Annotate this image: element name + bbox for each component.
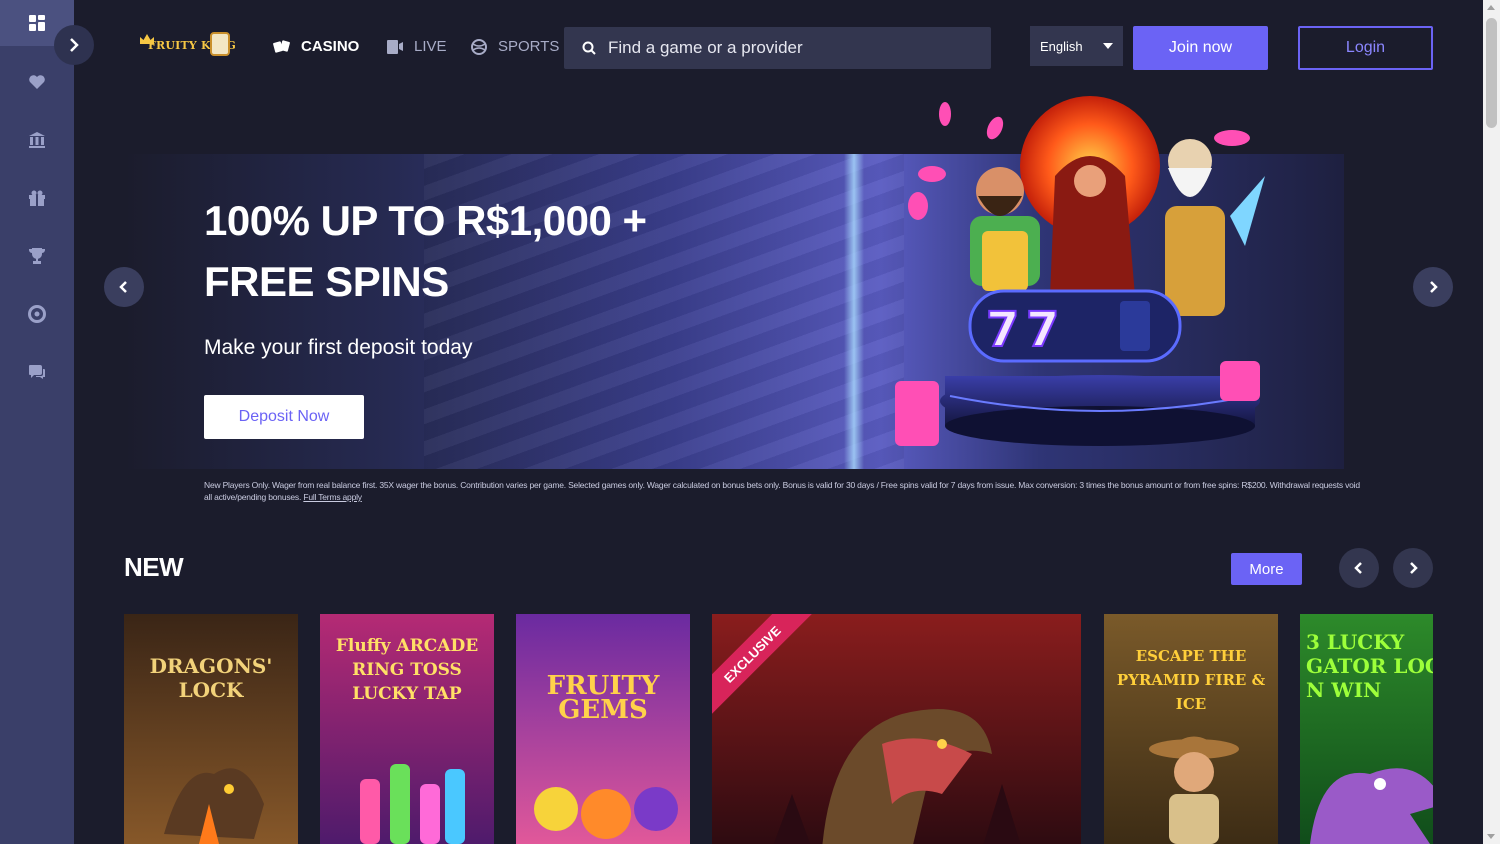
sidebar-item-support[interactable] [0,291,74,337]
bonus-terms: New Players Only. Wager from real balanc… [204,479,1364,503]
games-prev-button[interactable] [1339,548,1379,588]
game-title: Fluffy ARCADE RING TOSS LUCKY TAP [335,636,479,704]
deposit-now-button[interactable]: Deposit Now [204,395,364,439]
gator-icon [1310,768,1433,844]
lifebuoy-icon [28,305,46,323]
chevron-left-icon [1354,562,1362,574]
explorer-icon [1149,736,1239,844]
page-scrollbar[interactable] [1483,0,1500,844]
trophy-icon [29,248,45,264]
header: FRUITY KING CASINO LIVE SPORTS English J… [74,0,1483,96]
hero-next-button[interactable] [1413,267,1453,307]
scrollbar-thumb[interactable] [1486,18,1497,128]
chat-icon [29,365,45,379]
full-terms-link[interactable]: Full Terms apply [303,492,362,502]
sidebar-item-tournaments[interactable] [0,233,74,279]
new-games-row: DRAGONS' LOCK Fluffy ARCADE RING TOSS LU… [124,614,1433,844]
bonus-terms-text: New Players Only. Wager from real balanc… [204,480,1360,502]
mascot-icon [210,32,230,56]
sidebar-item-promotions[interactable] [0,175,74,221]
game-tile-fruity-gems[interactable]: FRUITY GEMS [516,614,690,844]
chevron-right-icon [1410,562,1418,574]
game-tile-ring-toss[interactable]: Fluffy ARCADE RING TOSS LUCKY TAP [320,614,494,844]
cobra-icon [773,709,1021,844]
nav-casino-label: CASINO [301,38,360,55]
hero-title-line1: 100% UP TO R$1,000 + [204,197,647,244]
section-title-new: NEW [124,552,184,582]
svg-text:7: 7 [986,302,1019,358]
game-tile-exclusive-cobra[interactable]: EXCLUSIVE [712,614,1081,844]
bottles-icon [360,764,465,844]
game-tile-dragons-lock[interactable]: DRAGONS' LOCK [124,614,298,844]
game-title: DRAGONS' LOCK [149,654,273,702]
heart-icon [29,75,45,89]
game-tile-escape-the-pyramid[interactable]: ESCAPE THE PYRAMID FIRE & ICE [1104,614,1278,844]
sidebar-item-favorites[interactable] [0,59,74,105]
chevron-right-icon [70,38,79,52]
login-button[interactable]: Login [1298,26,1433,70]
games-next-button[interactable] [1393,548,1433,588]
chevron-left-icon [119,281,127,293]
bank-icon [29,132,45,148]
chevron-right-icon [1430,281,1438,293]
sidebar-expand-button[interactable] [54,25,94,65]
dragon-icon [164,768,264,844]
chevron-down-icon [1103,43,1113,49]
more-button[interactable]: More [1231,553,1302,585]
sidebar [0,0,74,844]
join-now-button[interactable]: Join now [1133,26,1268,70]
nav-live[interactable]: LIVE [386,38,447,55]
language-select[interactable]: English [1030,26,1123,66]
svg-text:7: 7 [1026,302,1059,358]
sports-ball-icon [471,38,487,55]
game-title: ESCAPE THE PYRAMID FIRE & ICE [1116,647,1266,713]
language-value: English [1040,38,1083,54]
fruits-icon [534,787,678,839]
nav-live-label: LIVE [414,38,447,55]
hero-subtitle: Make your first deposit today [204,336,473,359]
slot-machine-illustration: 7 7 [895,96,1265,446]
grid-icon [29,15,45,31]
hero-title: 100% UP TO R$1,000 + FREE SPINS [204,190,647,312]
nav-sports[interactable]: SPORTS [470,38,559,55]
scroll-down-arrow[interactable] [1487,834,1495,839]
sidebar-item-bank[interactable] [0,117,74,163]
site-logo[interactable]: FRUITY KING [140,30,236,66]
game-title: 3 LUCKY GATOR LOCK N WIN [1306,630,1433,702]
search-input[interactable] [608,38,968,58]
game-tile-lucky-gator[interactable]: 3 LUCKY GATOR LOCK N WIN [1300,614,1433,844]
live-icon [387,39,403,54]
nav-casino[interactable]: CASINO [273,38,359,55]
game-title: FRUITY GEMS [546,671,660,725]
search-icon [582,41,596,55]
banner-light-beam [844,154,864,469]
sidebar-item-chat[interactable] [0,349,74,395]
hero-title-line2: FREE SPINS [204,258,449,305]
search-bar[interactable] [564,27,991,69]
nav-sports-label: SPORTS [498,38,560,55]
hero-prev-button[interactable] [104,267,144,307]
cards-icon [273,39,290,53]
scroll-up-arrow[interactable] [1487,5,1495,10]
gift-icon [29,190,45,206]
